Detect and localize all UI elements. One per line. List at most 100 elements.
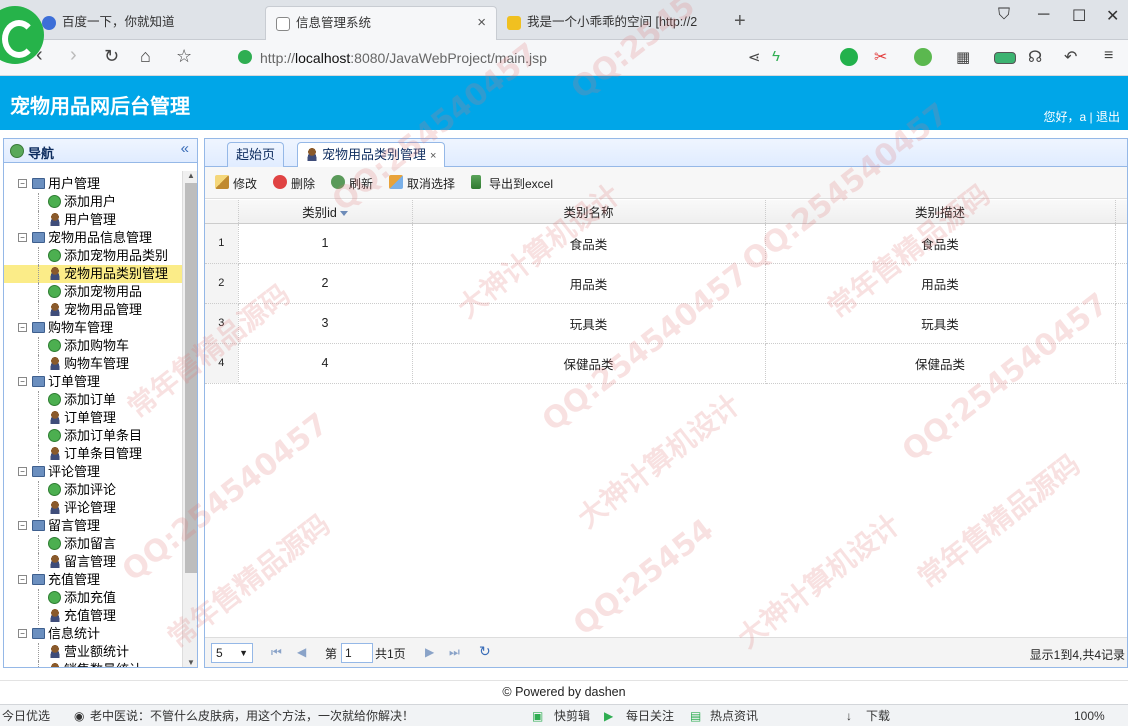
tab-start-page[interactable]: 起始页 [227, 142, 285, 167]
nav-group[interactable]: − 购物车管理 [4, 319, 182, 337]
battery-icon[interactable] [994, 52, 1016, 64]
collapse-minus-icon[interactable]: − [18, 521, 27, 530]
nav-item[interactable]: 添加宠物用品类别 [4, 247, 182, 265]
close-window-icon[interactable]: ✕ [1106, 6, 1119, 26]
cell-name[interactable]: 玩具类 [412, 303, 766, 344]
collapse-minus-icon[interactable]: − [18, 467, 27, 476]
headphones-icon[interactable]: ☊ [1028, 47, 1042, 67]
scissors-icon[interactable]: ✂ [874, 47, 887, 67]
page-size-select[interactable]: 5 [211, 643, 253, 663]
nav-group[interactable]: − 充值管理 [4, 571, 182, 589]
nav-item[interactable]: 营业额统计 [4, 643, 182, 661]
cell-desc[interactable]: 玩具类 [765, 303, 1116, 344]
apps-icon[interactable]: ▦ [956, 48, 970, 66]
collapse-minus-icon[interactable]: − [18, 629, 27, 638]
collapse-minus-icon[interactable]: − [18, 233, 27, 242]
delete-button[interactable]: 删除 [273, 175, 315, 192]
nav-item[interactable]: 留言管理 [4, 553, 182, 571]
nav-item[interactable]: 添加购物车 [4, 337, 182, 355]
collapse-minus-icon[interactable]: − [18, 575, 27, 584]
close-tab-icon[interactable]: × [477, 7, 486, 39]
cell-desc[interactable]: 用品类 [765, 263, 1116, 304]
nav-item[interactable]: 宠物用品管理 [4, 301, 182, 319]
status-hot[interactable]: 热点资讯 [710, 705, 758, 726]
status-download[interactable]: 下载 [866, 705, 890, 726]
browser-tab-space[interactable]: 我是一个小乖乖的空间 [http://2 [497, 6, 727, 40]
nav-item[interactable]: 添加充值 [4, 589, 182, 607]
page-number-input[interactable]: 1 [341, 643, 373, 663]
prev-page-icon[interactable]: ◀ [297, 645, 306, 659]
menu-icon[interactable]: ≡ [1104, 47, 1113, 65]
nav-group[interactable]: − 订单管理 [4, 373, 182, 391]
scroll-down-icon[interactable]: ▼ [187, 658, 195, 667]
nav-item[interactable]: 添加评论 [4, 481, 182, 499]
cell-id[interactable]: 1 [238, 223, 413, 264]
nav-item[interactable]: 订单条目管理 [4, 445, 182, 463]
nav-item[interactable]: 添加用户 [4, 193, 182, 211]
nav-group[interactable]: − 评论管理 [4, 463, 182, 481]
nav-group[interactable]: − 留言管理 [4, 517, 182, 535]
nav-item[interactable]: 充值管理 [4, 607, 182, 625]
bookmark-star-icon[interactable]: ☆ [176, 46, 192, 67]
nav-item[interactable]: 添加宠物用品 [4, 283, 182, 301]
nav-item[interactable]: 销售数量统计 [4, 661, 182, 667]
collapse-minus-icon[interactable]: − [18, 323, 27, 332]
export-excel-button[interactable]: 导出到excel [471, 175, 553, 192]
collapse-minus-icon[interactable]: − [18, 377, 27, 386]
new-tab-button[interactable]: + [734, 10, 746, 33]
nav-item[interactable]: 添加留言 [4, 535, 182, 553]
nav-item[interactable]: 添加订单条目 [4, 427, 182, 445]
edit-button[interactable]: 修改 [215, 175, 257, 192]
maximize-icon[interactable]: ☐ [1072, 6, 1086, 26]
scroll-thumb[interactable] [185, 183, 197, 573]
cell-id[interactable]: 4 [238, 343, 413, 384]
undo-icon[interactable]: ↶ [1064, 47, 1077, 67]
status-news[interactable]: 老中医说：不管什么皮肤病，用这个方法，一次就给你解决！ [90, 705, 414, 726]
table-row[interactable]: 2 2 用品类 用品类 [205, 263, 1127, 304]
share-icon[interactable]: ⋖ [748, 48, 761, 66]
cell-desc[interactable]: 食品类 [765, 223, 1116, 264]
cell-id[interactable]: 2 [238, 263, 413, 304]
lightning-icon[interactable]: ϟ [772, 48, 780, 65]
status-zoom[interactable]: 100% [1074, 705, 1105, 726]
first-page-icon[interactable]: ⏮ [271, 645, 282, 660]
nav-item[interactable]: 用户管理 [4, 211, 182, 229]
home-icon[interactable]: ⌂ [140, 46, 151, 67]
shield-icon[interactable] [914, 48, 932, 66]
column-header-name[interactable]: 类别名称 [412, 200, 766, 224]
tab-category-management[interactable]: 宠物用品类别管理 × [297, 142, 446, 168]
nav-group[interactable]: − 宠物用品信息管理 [4, 229, 182, 247]
last-page-icon[interactable]: ⏭ [449, 645, 460, 660]
unselect-button[interactable]: 取消选择 [389, 175, 455, 192]
chat-icon[interactable] [840, 48, 858, 66]
nav-item[interactable]: 订单管理 [4, 409, 182, 427]
cell-id[interactable]: 3 [238, 303, 413, 344]
sort-desc-icon[interactable] [339, 210, 348, 216]
status-clip[interactable]: 快剪辑 [554, 705, 590, 726]
column-header-desc[interactable]: 类别描述 [765, 200, 1116, 224]
cell-name[interactable]: 食品类 [412, 223, 766, 264]
status-daily[interactable]: 每日关注 [626, 705, 674, 726]
close-tab-icon[interactable]: × [430, 150, 436, 162]
nav-group[interactable]: − 用户管理 [4, 175, 182, 193]
logout-link[interactable]: 退出 [1096, 110, 1120, 124]
cell-name[interactable]: 用品类 [412, 263, 766, 304]
forward-icon[interactable]: › [70, 44, 77, 67]
reload-page-icon[interactable]: ↻ [479, 643, 491, 660]
cell-desc[interactable]: 保健品类 [765, 343, 1116, 384]
cell-name[interactable]: 保健品类 [412, 343, 766, 384]
table-row[interactable]: 4 4 保健品类 保健品类 [205, 343, 1127, 384]
url-field[interactable]: http://localhost:8080/JavaWebProject/mai… [236, 45, 736, 71]
refresh-button[interactable]: 刷新 [331, 175, 373, 192]
collapse-icon[interactable]: « [181, 140, 189, 157]
table-row[interactable]: 1 1 食品类 食品类 [205, 223, 1127, 264]
minimize-icon[interactable]: ─ [1038, 6, 1049, 24]
nav-item[interactable]: 评论管理 [4, 499, 182, 517]
collapse-minus-icon[interactable]: − [18, 179, 27, 188]
status-left[interactable]: 今日优选 [2, 705, 50, 726]
column-header-id[interactable]: 类别id [238, 200, 413, 224]
nav-scrollbar[interactable]: ▲ ▼ [182, 171, 197, 667]
reload-icon[interactable]: ↻ [104, 46, 119, 67]
nav-item[interactable]: 添加订单 [4, 391, 182, 409]
browser-tab-active[interactable]: 信息管理系统 × [265, 6, 497, 40]
